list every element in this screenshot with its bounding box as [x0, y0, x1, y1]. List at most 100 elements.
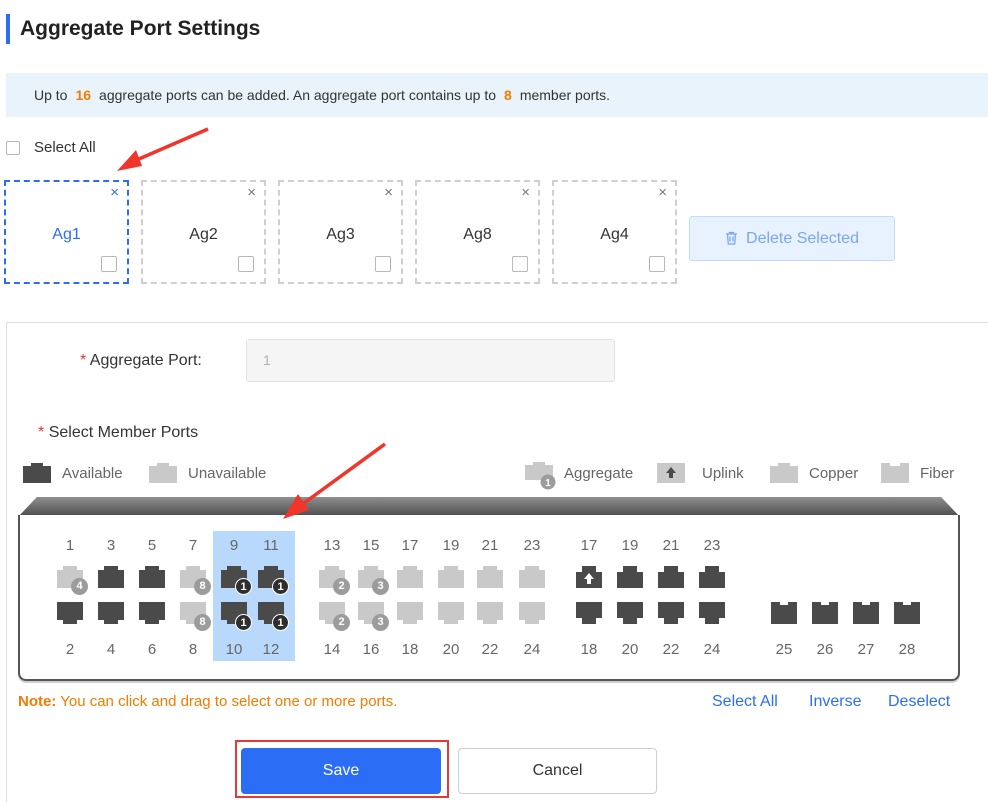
- port-bottom-14[interactable]: [658, 602, 684, 624]
- port-bottom-15[interactable]: [699, 602, 725, 624]
- uplink-port-icon: [657, 463, 685, 483]
- port-number: 24: [523, 641, 541, 658]
- page-title: Aggregate Port Settings: [20, 17, 261, 40]
- ag-card-label: Ag2: [189, 226, 218, 243]
- legend-uplink: Uplink: [702, 465, 744, 482]
- port-number: 17: [580, 537, 598, 554]
- port-bottom-9[interactable]: [438, 602, 464, 624]
- port-bottom-8[interactable]: [397, 602, 423, 624]
- port-number: 22: [662, 641, 680, 658]
- cancel-button[interactable]: Cancel: [458, 748, 657, 794]
- aggregate-port-icon: 1: [525, 462, 556, 490]
- port-top-1[interactable]: [98, 566, 124, 588]
- ag-card-ag1[interactable]: × Ag1: [4, 180, 129, 284]
- close-icon[interactable]: ×: [247, 184, 256, 202]
- delete-selected-label: Delete Selected: [746, 230, 859, 247]
- port-number: 13: [323, 537, 341, 554]
- port-aggregate-badge: 3: [372, 578, 389, 595]
- port-number: 5: [147, 537, 157, 554]
- ag-card-checkbox[interactable]: [649, 256, 665, 272]
- ag-card-checkbox[interactable]: [101, 256, 117, 272]
- port-number: 10: [225, 641, 243, 658]
- close-icon[interactable]: ×: [658, 184, 667, 202]
- select-all-checkbox[interactable]: [6, 141, 20, 155]
- legend-copper: Copper: [809, 465, 859, 482]
- legend-unavailable: Unavailable: [188, 465, 267, 482]
- note-prefix: Note:: [18, 693, 57, 710]
- port-bottom-10[interactable]: [477, 602, 503, 624]
- port-number: 7: [188, 537, 198, 554]
- port-number: 1: [65, 537, 75, 554]
- port-top-12[interactable]: [576, 566, 602, 588]
- ag-card-checkbox[interactable]: [512, 256, 528, 272]
- trash-icon: [726, 231, 738, 245]
- port-top-2[interactable]: [139, 566, 165, 588]
- port-aggregate-badge: 1: [272, 578, 289, 595]
- inverse-selection-link[interactable]: Inverse: [809, 693, 861, 711]
- port-bottom-18[interactable]: [853, 602, 879, 624]
- save-button[interactable]: Save: [241, 748, 441, 794]
- note-text: You can click and drag to select one or …: [60, 693, 398, 710]
- member-ports-label-text: Select Member Ports: [48, 424, 199, 441]
- port-top-10[interactable]: [477, 566, 503, 588]
- banner-text-1: Up to: [34, 87, 68, 103]
- port-number: 20: [442, 641, 460, 658]
- close-icon[interactable]: ×: [110, 184, 119, 202]
- port-bottom-0[interactable]: [57, 602, 83, 624]
- port-number: 8: [188, 641, 198, 658]
- select-all-label[interactable]: Select All: [34, 138, 96, 158]
- ag-card-ag8[interactable]: × Ag8: [415, 180, 540, 284]
- port-aggregate-badge: 2: [333, 614, 350, 631]
- port-bottom-11[interactable]: [519, 602, 545, 624]
- banner-max-aggregates: 16: [75, 87, 92, 103]
- port-top-9[interactable]: [438, 566, 464, 588]
- port-aggregate-badge: 1: [235, 578, 252, 595]
- copper-port-icon: [770, 463, 798, 483]
- ag-card-ag3[interactable]: × Ag3: [278, 180, 403, 284]
- port-number: 19: [621, 537, 639, 554]
- drag-note: Note: You can click and drag to select o…: [18, 693, 397, 710]
- member-ports-label: * Select Member Ports: [38, 424, 198, 442]
- port-top-8[interactable]: [397, 566, 423, 588]
- select-all-ports-link[interactable]: Select All: [712, 693, 778, 711]
- port-number: 22: [481, 641, 499, 658]
- deselect-link[interactable]: Deselect: [888, 693, 950, 711]
- close-icon[interactable]: ×: [521, 184, 530, 202]
- close-icon[interactable]: ×: [384, 184, 393, 202]
- port-bottom-19[interactable]: [894, 602, 920, 624]
- port-number: 12: [262, 641, 280, 658]
- port-bottom-12[interactable]: [576, 602, 602, 624]
- port-aggregate-badge: 2: [333, 578, 350, 595]
- port-top-11[interactable]: [519, 566, 545, 588]
- unavailable-port-icon: [149, 463, 177, 483]
- ag-card-checkbox[interactable]: [375, 256, 391, 272]
- ag-card-checkbox[interactable]: [238, 256, 254, 272]
- port-number: 6: [147, 641, 157, 658]
- port-bottom-16[interactable]: [771, 602, 797, 624]
- port-number: 11: [263, 537, 279, 554]
- port-number: 28: [898, 641, 916, 658]
- port-bottom-2[interactable]: [139, 602, 165, 624]
- port-number: 3: [106, 537, 116, 554]
- aggregate-port-input[interactable]: 1: [246, 339, 615, 382]
- port-number: 23: [703, 537, 721, 554]
- port-number: 19: [442, 537, 460, 554]
- banner-text-3: member ports.: [519, 87, 611, 103]
- port-number: 14: [323, 641, 341, 658]
- delete-selected-button[interactable]: Delete Selected: [689, 216, 895, 261]
- ag-card-ag2[interactable]: × Ag2: [141, 180, 266, 284]
- ag-card-ag4[interactable]: × Ag4: [552, 180, 677, 284]
- port-bottom-13[interactable]: [617, 602, 643, 624]
- port-bottom-17[interactable]: [812, 602, 838, 624]
- port-top-13[interactable]: [617, 566, 643, 588]
- port-bottom-1[interactable]: [98, 602, 124, 624]
- port-top-15[interactable]: [699, 566, 725, 588]
- port-top-14[interactable]: [658, 566, 684, 588]
- required-mark: *: [80, 352, 87, 369]
- port-aggregate-badge: 1: [235, 614, 252, 631]
- port-number: 25: [775, 641, 793, 658]
- info-banner: Up to 16 aggregate ports can be added. An …: [6, 73, 988, 117]
- banner-text-2: aggregate ports can be added. An aggrega…: [99, 87, 497, 103]
- fiber-port-icon: [881, 463, 909, 483]
- port-number: 4: [106, 641, 116, 658]
